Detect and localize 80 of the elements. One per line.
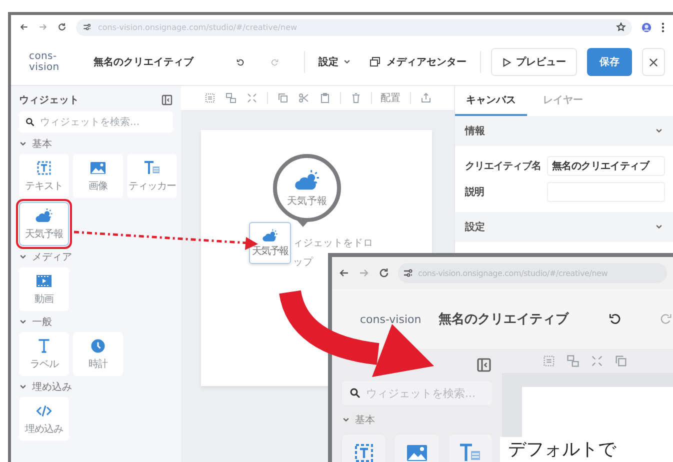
close-icon: [648, 58, 658, 66]
chevron-icon[interactable]: [19, 140, 27, 148]
cloud-sun-icon: [262, 228, 278, 244]
film-icon: [35, 272, 53, 290]
chevron-icon[interactable]: [19, 252, 27, 260]
back-icon[interactable]: [19, 22, 29, 32]
dragged-widget[interactable]: 天気予報: [249, 222, 291, 264]
play-icon: [502, 58, 512, 66]
image-icon: [89, 159, 107, 177]
chevron-icon[interactable]: [343, 58, 352, 66]
group-label: 基本: [32, 138, 52, 150]
panel-tab[interactable]: レイヤー: [527, 86, 599, 116]
ticker-icon: [143, 159, 161, 177]
site-settings-icon[interactable]: [402, 267, 414, 279]
widget-tile[interactable]: 動画: [19, 267, 69, 311]
chevron-icon[interactable]: [655, 223, 663, 231]
drop-hint-text: ップ: [293, 256, 314, 269]
sidebar-toggle-icon[interactable]: [161, 94, 173, 106]
chevron-icon[interactable]: [19, 382, 27, 390]
undo-icon[interactable]: [236, 56, 244, 68]
arrange-button[interactable]: 配置: [380, 91, 400, 105]
chevron-icon[interactable]: [342, 416, 350, 424]
group-label: 基本: [355, 414, 375, 427]
clock-icon: [89, 337, 107, 355]
logo-text: cons-vision: [360, 312, 422, 326]
export-icon[interactable]: [420, 92, 432, 104]
align-icon[interactable]: [204, 92, 216, 104]
widget-tile[interactable]: 天気予報: [19, 202, 69, 246]
reload-icon[interactable]: [378, 267, 390, 279]
text-field[interactable]: 無名のクリエイティブ: [547, 156, 665, 176]
sidebar-toggle-icon[interactable]: [476, 357, 492, 373]
cloud-sun-icon: [35, 207, 53, 225]
section-header[interactable]: 情報: [455, 116, 673, 146]
group-label: メディア: [32, 250, 72, 264]
search-icon: [25, 117, 35, 127]
copy-icon[interactable]: [276, 92, 288, 104]
field-label: クリエイティブ名: [464, 160, 542, 173]
settings-dropdown[interactable]: 設定: [314, 48, 356, 76]
search-field[interactable]: ウィジェットを検索...: [19, 111, 173, 133]
drop-hint-text: ィジェットをドロ: [293, 237, 373, 250]
creative-title: 無名のクリエイティブ: [438, 310, 568, 328]
widget-tile[interactable]: 埋め込み: [19, 397, 69, 441]
magnified-label: 天気予報: [287, 194, 327, 208]
chevron-icon[interactable]: [655, 127, 663, 135]
stacked-images-icon: [369, 56, 382, 68]
widget-tile[interactable]: 画像: [73, 154, 123, 198]
undo-icon[interactable]: [608, 312, 622, 326]
widget-tile[interactable]: 時計: [73, 332, 123, 376]
fit-icon[interactable]: [246, 92, 258, 104]
paste-icon[interactable]: [318, 92, 330, 104]
section-title: 設定: [465, 220, 485, 234]
widget-tile[interactable]: ティッカー: [127, 154, 177, 198]
chevron-icon[interactable]: [19, 318, 27, 326]
text-frame-icon: [35, 159, 53, 177]
group-label: 一般: [32, 316, 52, 328]
save-button[interactable]: 保存: [587, 48, 632, 76]
section-title: 情報: [465, 124, 485, 138]
section-header[interactable]: 設定: [455, 212, 673, 242]
search-field[interactable]: ウィジェットを検索...: [342, 381, 492, 405]
kebab-menu-icon[interactable]: [661, 22, 665, 32]
creative-title: 無名のクリエイティブ: [94, 56, 194, 69]
scissors-icon[interactable]: [298, 92, 310, 104]
star-icon[interactable]: [616, 22, 626, 32]
search-icon: [349, 387, 361, 399]
close-button[interactable]: [642, 48, 666, 76]
back-icon[interactable]: [338, 267, 350, 279]
widget-tile[interactable]: テキスト: [19, 154, 69, 198]
media-center-button[interactable]: メディアセンター: [365, 48, 470, 76]
site-settings-icon[interactable]: [82, 22, 92, 32]
panel-title: ウィジェット: [19, 94, 79, 107]
group-label: 埋め込み: [32, 380, 72, 394]
reload-icon[interactable]: [57, 22, 67, 32]
trash-icon[interactable]: [350, 92, 362, 104]
group-icon[interactable]: [224, 92, 236, 104]
widget-tile[interactable]: ラベル: [19, 332, 69, 376]
field-label: 説明: [464, 186, 485, 199]
ticker-icon: [458, 441, 482, 462]
logo-text: cons-vision: [29, 51, 60, 73]
profile-icon[interactable]: [641, 22, 652, 32]
preview-button[interactable]: プレビュー: [491, 48, 578, 76]
